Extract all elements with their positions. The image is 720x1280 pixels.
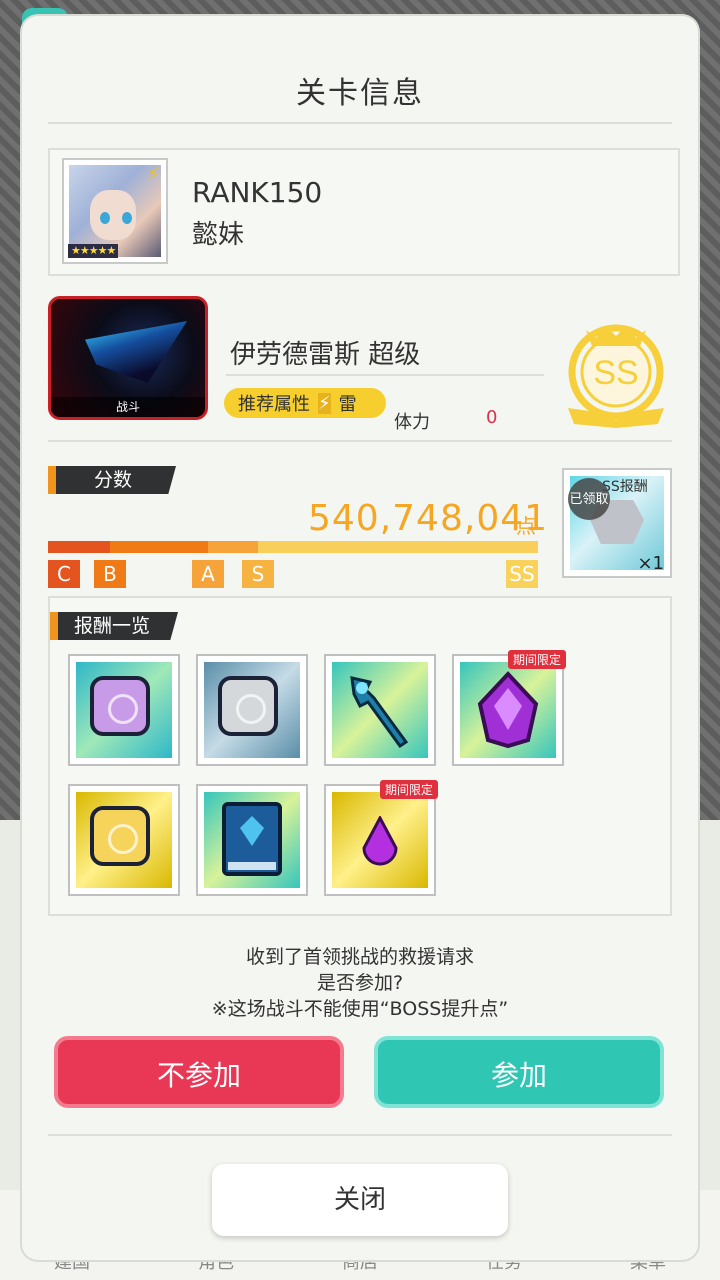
reward-label: 报酬一览: [74, 615, 151, 637]
grade-a: A: [192, 560, 224, 588]
reward-item[interactable]: 期间限定: [324, 780, 438, 896]
divider: [226, 374, 544, 376]
decline-button[interactable]: 不参加: [54, 1036, 344, 1108]
player-name: 懿妹: [192, 220, 245, 250]
reward-section-label: 报酬一览: [50, 612, 178, 640]
divider: [48, 122, 672, 124]
reward-item[interactable]: [196, 654, 308, 766]
grade-c: C: [48, 560, 80, 588]
score-section-label: 分数: [48, 466, 176, 494]
score-bar-c: [48, 541, 110, 553]
dialog-title: 关卡信息: [296, 76, 424, 111]
silver-medal-icon: [218, 676, 278, 736]
claimed-badge: 已领取: [568, 478, 610, 520]
score-label: 分数: [94, 469, 133, 491]
lightning-staff-icon: [350, 676, 409, 748]
limited-time-badge: 期间限定: [379, 780, 438, 799]
reward-quantity: ×1: [637, 553, 664, 574]
stamina-label: 体力: [394, 412, 430, 433]
gold-medal-icon: [90, 806, 150, 866]
score-unit: 点: [516, 514, 536, 538]
purple-drop-icon: [362, 816, 398, 866]
boss-boost-note: ※这场战斗不能使用“BOSS提升点”: [211, 998, 509, 1020]
recommended-attribute-badge: 推荐属性 ⚡ 雷: [224, 388, 386, 418]
avatar-eye: [122, 212, 132, 224]
purple-medal-icon: [90, 676, 150, 736]
recommended-attribute-label: 推荐属性: [238, 394, 310, 415]
ss-emblem-text: SS: [593, 354, 638, 392]
blue-book-icon: [222, 802, 282, 876]
player-avatar[interactable]: ⚡ ★★★★★: [62, 158, 168, 264]
boss-silhouette: [71, 321, 187, 383]
stamina-value: 0: [486, 407, 498, 428]
score-reward-item[interactable]: SS报酬 已领取 ×1: [562, 468, 672, 578]
grade-s: S: [242, 560, 274, 588]
reward-item[interactable]: 期间限定: [452, 650, 566, 766]
helper-player-card: ⚡ ★★★★★ RANK150 懿妹: [48, 148, 680, 276]
avatar-eye: [100, 212, 110, 224]
score-bar-b: [110, 541, 208, 553]
ss-rank-emblem: SS: [568, 324, 664, 428]
lightning-icon: ⚡: [147, 164, 160, 185]
boss-name: 伊劳德雷斯 超级: [230, 340, 421, 370]
score-bar-ss: [258, 541, 538, 553]
purple-gem-icon: [477, 671, 539, 749]
score-bar-a: [208, 541, 258, 553]
close-button[interactable]: 关闭: [212, 1164, 508, 1236]
rescue-request-message: 收到了首领挑战的救援请求: [245, 946, 474, 968]
reward-item[interactable]: [196, 784, 308, 896]
player-rank: RANK150: [192, 176, 323, 209]
join-button[interactable]: 参加: [374, 1036, 664, 1108]
rarity-stars: ★★★★★: [68, 244, 119, 258]
grade-ss: SS: [506, 560, 538, 588]
stage-info-dialog: 关卡信息 ⚡ ★★★★★ RANK150 懿妹 战斗 伊劳德雷斯 超级 推荐属性…: [22, 16, 698, 1260]
reward-item[interactable]: [324, 654, 436, 766]
boss-image-label: 战斗: [51, 397, 205, 417]
score-value: 540,748,041: [308, 498, 549, 539]
limited-time-badge: 期间限定: [507, 650, 566, 669]
divider: [48, 440, 672, 442]
element-name: 雷: [338, 394, 357, 415]
join-question: 是否参加?: [316, 972, 404, 994]
boss-image[interactable]: 战斗: [48, 296, 208, 420]
reward-list: 报酬一览 期间限定 期间限定: [48, 596, 672, 916]
lightning-icon: ⚡: [318, 392, 331, 414]
reward-item[interactable]: [68, 654, 180, 766]
divider: [48, 1134, 672, 1136]
grade-b: B: [94, 560, 126, 588]
reward-item[interactable]: [68, 784, 180, 896]
